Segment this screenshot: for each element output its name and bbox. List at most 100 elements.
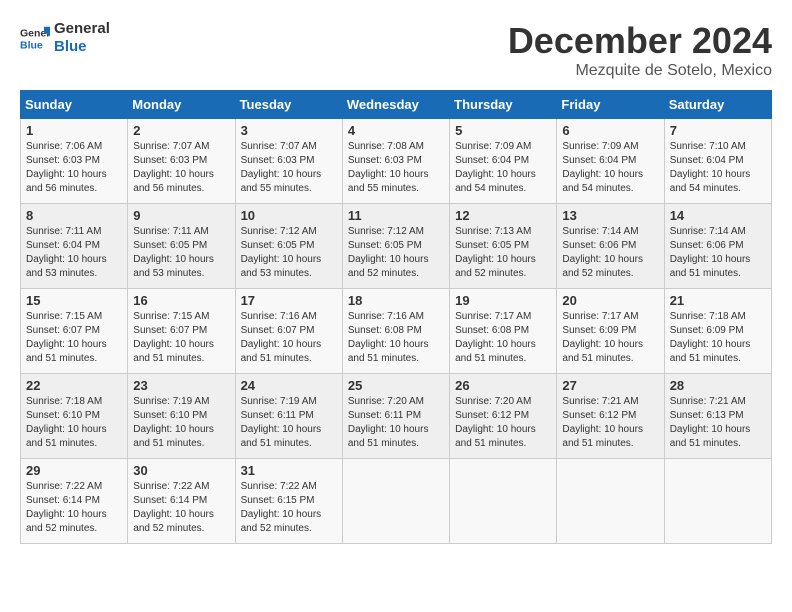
calendar-day-11: 11Sunrise: 7:12 AM Sunset: 6:05 PM Dayli…	[342, 204, 449, 289]
logo-blue: Blue	[54, 38, 110, 56]
day-number: 30	[133, 463, 229, 478]
logo-icon: General Blue	[20, 23, 50, 53]
header-cell-saturday: Saturday	[664, 91, 771, 119]
day-info: Sunrise: 7:20 AM Sunset: 6:11 PM Dayligh…	[348, 395, 444, 451]
day-number: 29	[26, 463, 122, 478]
calendar-day-31: 31 Sunrise: 7:22 AM Sunset: 6:15 PM Dayli…	[235, 459, 342, 544]
day-info: Sunrise: 7:10 AM Sunset: 6:04 PM Dayligh…	[670, 140, 766, 196]
day-info: Sunrise: 7:19 AM Sunset: 6:10 PM Dayligh…	[133, 395, 229, 451]
day-number: 24	[241, 378, 337, 393]
logo: General Blue General Blue	[20, 20, 110, 56]
day-info: Sunrise: 7:08 AM Sunset: 6:03 PM Dayligh…	[348, 140, 444, 196]
empty-cell	[342, 459, 449, 544]
day-info: Sunrise: 7:16 AM Sunset: 6:07 PM Dayligh…	[241, 310, 337, 366]
day-number: 8	[26, 208, 122, 223]
calendar-week-2: 8Sunrise: 7:11 AM Sunset: 6:04 PM Daylig…	[21, 204, 772, 289]
header-cell-wednesday: Wednesday	[342, 91, 449, 119]
day-number: 7	[670, 123, 766, 138]
empty-cell	[664, 459, 771, 544]
day-info: Sunrise: 7:20 AM Sunset: 6:12 PM Dayligh…	[455, 395, 551, 451]
calendar-day-17: 17 Sunrise: 7:16 AM Sunset: 6:07 PM Dayli…	[235, 289, 342, 374]
calendar-week-3: 15 Sunrise: 7:15 AM Sunset: 6:07 PM Dayli…	[21, 289, 772, 374]
header-cell-thursday: Thursday	[450, 91, 557, 119]
calendar-day-21: 21 Sunrise: 7:18 AM Sunset: 6:09 PM Dayli…	[664, 289, 771, 374]
calendar-day-7: 7 Sunrise: 7:10 AM Sunset: 6:04 PM Daylig…	[664, 119, 771, 204]
day-number: 26	[455, 378, 551, 393]
day-number: 28	[670, 378, 766, 393]
day-info: Sunrise: 7:21 AM Sunset: 6:12 PM Dayligh…	[562, 395, 658, 451]
calendar-day-12: 12 Sunrise: 7:13 AM Sunset: 6:05 PM Dayli…	[450, 204, 557, 289]
calendar-table: SundayMondayTuesdayWednesdayThursdayFrid…	[20, 90, 772, 544]
page-header: General Blue General Blue December 2024 …	[20, 20, 772, 80]
day-info: Sunrise: 7:06 AM Sunset: 6:03 PM Dayligh…	[26, 140, 122, 196]
day-info: Sunrise: 7:13 AM Sunset: 6:05 PM Dayligh…	[455, 225, 551, 281]
calendar-day-2: 2 Sunrise: 7:07 AM Sunset: 6:03 PM Daylig…	[128, 119, 235, 204]
day-info: Sunrise: 7:17 AM Sunset: 6:08 PM Dayligh…	[455, 310, 551, 366]
calendar-day-13: 13 Sunrise: 7:14 AM Sunset: 6:06 PM Dayli…	[557, 204, 664, 289]
day-number: 1	[26, 123, 122, 138]
day-info: Sunrise: 7:22 AM Sunset: 6:15 PM Dayligh…	[241, 480, 337, 536]
day-number: 2	[133, 123, 229, 138]
calendar-day-9: 9 Sunrise: 7:11 AM Sunset: 6:05 PM Daylig…	[128, 204, 235, 289]
day-info: Sunrise: 7:18 AM Sunset: 6:10 PM Dayligh…	[26, 395, 122, 451]
day-info: Sunrise: 7:17 AM Sunset: 6:09 PM Dayligh…	[562, 310, 658, 366]
day-info: Sunrise: 7:09 AM Sunset: 6:04 PM Dayligh…	[562, 140, 658, 196]
calendar-day-10: 10 Sunrise: 7:12 AM Sunset: 6:05 PM Dayli…	[235, 204, 342, 289]
calendar-day-1: 1 Sunrise: 7:06 AM Sunset: 6:03 PM Daylig…	[21, 119, 128, 204]
day-info: Sunrise: 7:12 AM Sunset: 6:05 PM Dayligh…	[241, 225, 337, 281]
calendar-day-30: 30 Sunrise: 7:22 AM Sunset: 6:14 PM Dayli…	[128, 459, 235, 544]
header-cell-monday: Monday	[128, 91, 235, 119]
day-info: Sunrise: 7:14 AM Sunset: 6:06 PM Dayligh…	[670, 225, 766, 281]
day-info: Sunrise: 7:14 AM Sunset: 6:06 PM Dayligh…	[562, 225, 658, 281]
day-number: 13	[562, 208, 658, 223]
logo-general: General	[54, 20, 110, 38]
calendar-subtitle: Mezquite de Sotelo, Mexico	[508, 62, 772, 80]
header-cell-sunday: Sunday	[21, 91, 128, 119]
calendar-day-29: 29 Sunrise: 7:22 AM Sunset: 6:14 PM Dayli…	[21, 459, 128, 544]
day-number: 20	[562, 293, 658, 308]
day-number: 12	[455, 208, 551, 223]
empty-cell	[450, 459, 557, 544]
day-info: Sunrise: 7:12 AM Sunset: 6:05 PM Dayligh…	[348, 225, 444, 281]
calendar-day-18: 18Sunrise: 7:16 AM Sunset: 6:08 PM Dayli…	[342, 289, 449, 374]
day-info: Sunrise: 7:11 AM Sunset: 6:05 PM Dayligh…	[133, 225, 229, 281]
day-number: 27	[562, 378, 658, 393]
day-info: Sunrise: 7:22 AM Sunset: 6:14 PM Dayligh…	[133, 480, 229, 536]
calendar-day-24: 24 Sunrise: 7:19 AM Sunset: 6:11 PM Dayli…	[235, 374, 342, 459]
day-number: 19	[455, 293, 551, 308]
day-number: 9	[133, 208, 229, 223]
day-number: 31	[241, 463, 337, 478]
day-number: 3	[241, 123, 337, 138]
calendar-day-22: 22 Sunrise: 7:18 AM Sunset: 6:10 PM Dayli…	[21, 374, 128, 459]
day-number: 22	[26, 378, 122, 393]
day-number: 25	[348, 378, 444, 393]
day-number: 17	[241, 293, 337, 308]
day-info: Sunrise: 7:22 AM Sunset: 6:14 PM Dayligh…	[26, 480, 122, 536]
day-number: 10	[241, 208, 337, 223]
day-number: 15	[26, 293, 122, 308]
calendar-title: December 2024	[508, 20, 772, 62]
calendar-day-25: 25 Sunrise: 7:20 AM Sunset: 6:11 PM Dayli…	[342, 374, 449, 459]
header-cell-friday: Friday	[557, 91, 664, 119]
day-info: Sunrise: 7:07 AM Sunset: 6:03 PM Dayligh…	[133, 140, 229, 196]
day-number: 4	[348, 123, 444, 138]
calendar-day-16: 16 Sunrise: 7:15 AM Sunset: 6:07 PM Dayli…	[128, 289, 235, 374]
day-info: Sunrise: 7:15 AM Sunset: 6:07 PM Dayligh…	[26, 310, 122, 366]
header-row: SundayMondayTuesdayWednesdayThursdayFrid…	[21, 91, 772, 119]
calendar-day-8: 8Sunrise: 7:11 AM Sunset: 6:04 PM Daylig…	[21, 204, 128, 289]
calendar-day-26: 26 Sunrise: 7:20 AM Sunset: 6:12 PM Dayli…	[450, 374, 557, 459]
day-info: Sunrise: 7:09 AM Sunset: 6:04 PM Dayligh…	[455, 140, 551, 196]
day-number: 5	[455, 123, 551, 138]
day-number: 16	[133, 293, 229, 308]
day-info: Sunrise: 7:19 AM Sunset: 6:11 PM Dayligh…	[241, 395, 337, 451]
day-info: Sunrise: 7:15 AM Sunset: 6:07 PM Dayligh…	[133, 310, 229, 366]
header-cell-tuesday: Tuesday	[235, 91, 342, 119]
calendar-day-4: 4 Sunrise: 7:08 AM Sunset: 6:03 PM Daylig…	[342, 119, 449, 204]
svg-text:Blue: Blue	[20, 40, 43, 52]
calendar-day-19: 19 Sunrise: 7:17 AM Sunset: 6:08 PM Dayli…	[450, 289, 557, 374]
calendar-week-1: 1 Sunrise: 7:06 AM Sunset: 6:03 PM Daylig…	[21, 119, 772, 204]
calendar-day-28: 28Sunrise: 7:21 AM Sunset: 6:13 PM Dayli…	[664, 374, 771, 459]
day-number: 21	[670, 293, 766, 308]
day-info: Sunrise: 7:18 AM Sunset: 6:09 PM Dayligh…	[670, 310, 766, 366]
calendar-day-20: 20 Sunrise: 7:17 AM Sunset: 6:09 PM Dayli…	[557, 289, 664, 374]
